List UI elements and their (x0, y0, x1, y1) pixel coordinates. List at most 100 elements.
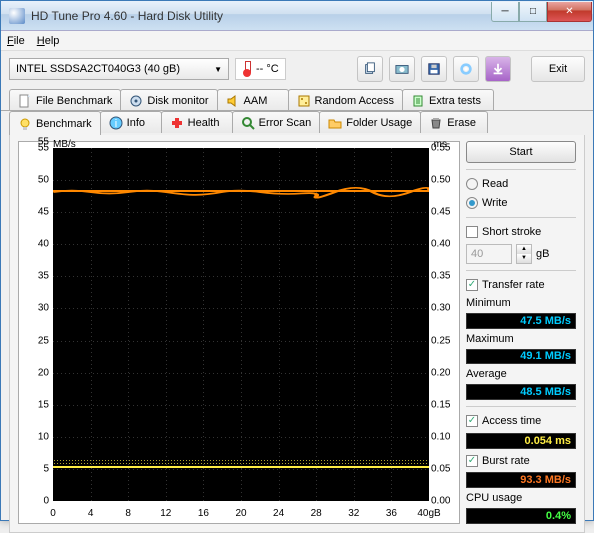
tab-random-access[interactable]: Random Access (288, 89, 403, 111)
ytick-right: 0.45 (431, 207, 457, 218)
ytick-right: 0.55 (431, 143, 457, 154)
settings-button[interactable] (453, 56, 479, 82)
info-icon: i (109, 116, 123, 130)
ytick-right: 0.20 (431, 367, 457, 378)
tab-file-benchmark[interactable]: File Benchmark (9, 89, 121, 111)
screenshot-button[interactable] (389, 56, 415, 82)
window-buttons: ─ □ ✕ (491, 2, 592, 22)
tab-erase[interactable]: Erase (420, 111, 488, 133)
average-value: 48.5 MB/s (466, 384, 576, 400)
ytick-left: 55 (21, 143, 49, 154)
ytick-right: 0.00 (431, 496, 457, 507)
ytick-right: 0.50 (431, 175, 457, 186)
app-icon (9, 8, 25, 24)
content-area: MB/s ms 55 (9, 135, 585, 533)
short-stroke-check[interactable]: Short stroke (466, 224, 576, 240)
minimize-button[interactable]: ─ (491, 2, 519, 22)
speaker-icon (226, 94, 240, 108)
temperature-display: -- °C (235, 58, 286, 80)
xtick: 8 (125, 508, 131, 519)
tab-aam[interactable]: AAM (217, 89, 289, 111)
drive-select[interactable]: INTEL SSDSA2CT040G3 (40 gB) ▼ (9, 58, 229, 80)
access-time-value: 0.054 ms (466, 433, 576, 449)
ytick-left: 0 (21, 496, 49, 507)
xtick: 40gB (417, 508, 440, 519)
drive-select-text: INTEL SSDSA2CT040G3 (40 gB) (16, 63, 180, 75)
dropdown-arrow-icon: ▼ (214, 65, 222, 74)
xtick: 20 (235, 508, 246, 519)
tab-disk-monitor[interactable]: Disk monitor (120, 89, 217, 111)
short-stroke-spinner[interactable]: ▲▼ (516, 244, 532, 264)
spin-down-icon: ▼ (517, 254, 531, 263)
ytick-right: 0.30 (431, 303, 457, 314)
ytick-left: 30 (21, 303, 49, 314)
ytick-left: 5 (21, 463, 49, 474)
file-icon (18, 94, 32, 108)
tab-info[interactable]: iInfo (100, 111, 162, 133)
monitor-icon (129, 94, 143, 108)
checkbox-icon: ✓ (466, 279, 478, 291)
exit-button[interactable]: Exit (531, 56, 585, 82)
tab-error-scan[interactable]: Error Scan (232, 111, 321, 133)
average-label: Average (466, 368, 576, 380)
short-stroke-unit: gB (536, 248, 549, 260)
floppy-icon (427, 62, 441, 76)
access-time-trace (53, 466, 429, 468)
benchmark-chart: MB/s ms 55 (18, 141, 460, 524)
tabrow-top: File Benchmark Disk monitor AAM Random A… (1, 89, 593, 111)
maximize-button[interactable]: □ (519, 2, 547, 22)
download-icon (491, 62, 505, 76)
copy-button[interactable] (357, 56, 383, 82)
cpu-usage-label: CPU usage (466, 492, 576, 504)
write-radio[interactable]: Write (466, 195, 576, 211)
ytick-left: 10 (21, 431, 49, 442)
tab-folder-usage[interactable]: Folder Usage (319, 111, 421, 133)
xtick: 24 (273, 508, 284, 519)
window-title: HD Tune Pro 4.60 - Hard Disk Utility (31, 9, 491, 23)
transfer-wiggle (53, 185, 429, 199)
burst-rate-value: 93.3 MB/s (466, 472, 576, 488)
ytick-right: 0.05 (431, 463, 457, 474)
health-icon (170, 116, 184, 130)
tab-benchmark[interactable]: Benchmark (9, 111, 101, 135)
magnifier-icon (241, 116, 255, 130)
access-time-check[interactable]: ✓Access time (466, 413, 576, 429)
download-button[interactable] (485, 56, 511, 82)
thermometer-icon (242, 61, 252, 77)
app-window: HD Tune Pro 4.60 - Hard Disk Utility ─ □… (0, 0, 594, 521)
menu-help[interactable]: Help (37, 35, 60, 47)
access-time-scatter (53, 459, 429, 465)
transfer-rate-check[interactable]: ✓Transfer rate (466, 277, 576, 293)
ytick-left: 50 (21, 175, 49, 186)
ytick-left: 45 (21, 207, 49, 218)
cpu-usage-value: 0.4% (466, 508, 576, 524)
menu-file[interactable]: File (7, 35, 25, 47)
ytick-left: 20 (21, 367, 49, 378)
sidebar: Start Read Write Short stroke 40 ▲▼ gB ✓… (466, 141, 576, 524)
ytick-right: 0.15 (431, 399, 457, 410)
spin-up-icon: ▲ (517, 245, 531, 254)
xtick: 0 (50, 508, 56, 519)
trash-icon (429, 116, 443, 130)
xtick: 28 (311, 508, 322, 519)
minimum-value: 47.5 MB/s (466, 313, 576, 329)
checkbox-icon: ✓ (466, 415, 478, 427)
ytick-left: 35 (21, 271, 49, 282)
ytick-left: 25 (21, 335, 49, 346)
start-button[interactable]: Start (466, 141, 576, 163)
xtick: 4 (88, 508, 94, 519)
ytick-left: 15 (21, 399, 49, 410)
random-icon (297, 94, 311, 108)
toolbar: INTEL SSDSA2CT040G3 (40 gB) ▼ -- °C Exit (1, 51, 593, 87)
tab-health[interactable]: Health (161, 111, 233, 133)
gear-icon (459, 62, 473, 76)
checkbox-icon: ✓ (466, 455, 478, 467)
tab-extra-tests[interactable]: Extra tests (402, 89, 494, 111)
burst-rate-check[interactable]: ✓Burst rate (466, 453, 576, 469)
minimum-label: Minimum (466, 297, 576, 309)
read-radio[interactable]: Read (466, 176, 576, 192)
plot-area (53, 148, 429, 501)
save-button[interactable] (421, 56, 447, 82)
titlebar[interactable]: HD Tune Pro 4.60 - Hard Disk Utility ─ □… (1, 1, 593, 31)
close-button[interactable]: ✕ (547, 2, 592, 22)
